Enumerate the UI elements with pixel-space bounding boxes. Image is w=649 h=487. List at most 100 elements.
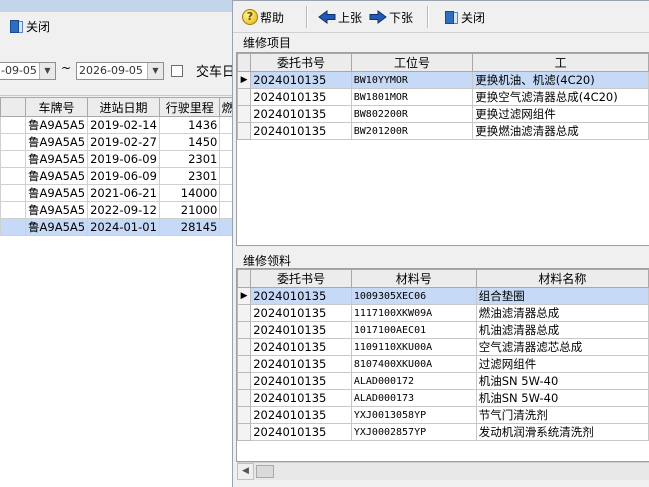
row-pointer-icon: ▶ <box>237 71 252 89</box>
question-icon: ? <box>242 9 258 25</box>
next-record-button[interactable]: 下张 <box>366 5 416 29</box>
table-row[interactable]: 2024010135 1109110XKU00A 空气滤清器滤芯总成 <box>237 338 649 356</box>
horizontal-scrollbar[interactable]: ◀ <box>237 462 649 480</box>
date-from-value: -09-05 <box>1 64 37 77</box>
background-close-button[interactable]: 关闭 <box>6 14 53 38</box>
mileage-cell: 21000 <box>159 201 221 219</box>
row-pointer-icon: ▶ <box>237 287 252 305</box>
order-no-cell: 2024010135 <box>250 321 352 339</box>
entry-date-cell: 2019-02-14 <box>87 116 161 134</box>
table-row[interactable]: 2024010135 1117100XKW09A 燃油滤清器总成 <box>237 304 649 322</box>
order-no-cell: 2024010135 <box>250 406 352 424</box>
column-header-station-no[interactable]: 工位号 <box>350 53 474 72</box>
material-no-cell: 8107400XKU00A <box>350 355 477 373</box>
order-no-cell: 2024010135 <box>250 355 352 373</box>
row-indicator-cell <box>0 167 27 185</box>
table-row-selected[interactable]: 鲁A9A5A5 2024-01-01 28145 <box>0 218 236 236</box>
row-indicator-cell <box>0 116 27 134</box>
plate-cell: 鲁A9A5A5 <box>25 201 89 219</box>
column-header-work-item[interactable]: 工 <box>472 53 649 72</box>
table-row[interactable]: 鲁A9A5A5 2019-02-27 1450 <box>0 133 236 151</box>
order-no-cell: 2024010135 <box>250 105 352 123</box>
entry-date-cell: 2024-01-01 <box>87 218 161 236</box>
dialog-close-label: 关闭 <box>461 10 486 25</box>
date-to-value: 2026-09-05 <box>79 64 143 77</box>
table-row[interactable]: 鲁A9A5A5 2021-06-21 14000 <box>0 184 236 202</box>
work-item-cell: 更换空气滤清器总成(4C20) <box>472 88 649 106</box>
table-row[interactable]: 鲁A9A5A5 2019-06-09 2301 <box>0 167 236 185</box>
table-row[interactable]: 2024010135 ALAD000173 机油SN 5W-40 <box>237 389 649 407</box>
vehicle-grid[interactable]: 车牌号 进站日期 行驶里程 燃 鲁A9A5A5 2019-02-14 1436 鲁A… <box>0 97 236 487</box>
work-item-cell: 更换机油、机滤(4C20) <box>472 71 649 89</box>
dialog-close-button[interactable]: 关闭 <box>441 5 488 29</box>
row-indicator-cell <box>237 304 252 322</box>
table-row[interactable]: 2024010135 8107400XKU00A 过滤网组件 <box>237 355 649 373</box>
materials-header: 委托书号 材料号 材料名称 <box>237 269 649 288</box>
material-no-cell: 1009305XEC06 <box>350 287 477 305</box>
material-name-cell: 节气门清洗剂 <box>475 406 649 424</box>
entry-date-cell: 2022-09-12 <box>87 201 161 219</box>
vehicle-grid-header: 车牌号 进站日期 行驶里程 燃 <box>0 97 236 117</box>
materials-grid[interactable]: 委托书号 材料号 材料名称 ▶ 2024010135 1009305XEC06 组合垫… <box>236 268 649 462</box>
row-indicator-cell <box>237 389 252 407</box>
background-title-strip <box>0 0 236 12</box>
column-header-order-no[interactable]: 委托书号 <box>250 269 352 288</box>
column-header-material-name[interactable]: 材料名称 <box>475 269 649 288</box>
row-indicator-header <box>0 97 27 117</box>
row-indicator-header <box>237 53 252 72</box>
table-row[interactable]: 2024010135 YXJ0013058YP 节气门清洗剂 <box>237 406 649 424</box>
station-no-cell: BW802200R <box>350 105 474 123</box>
repair-items-grid[interactable]: 委托书号 工位号 工 ▶ 2024010135 BW10YYMOR 更换机油、机滤(4… <box>236 52 649 246</box>
row-indicator-cell <box>237 321 252 339</box>
table-row[interactable]: 鲁A9A5A5 2019-02-14 1436 <box>0 116 236 134</box>
help-button[interactable]: ? 帮助 <box>239 5 287 29</box>
entry-date-cell: 2021-06-21 <box>87 184 161 202</box>
background-divider <box>0 88 236 96</box>
background-toolbar: 关闭 <box>0 12 236 42</box>
scrollbar-thumb[interactable] <box>256 465 274 478</box>
mileage-cell: 28145 <box>159 218 221 236</box>
table-row-selected[interactable]: ▶ 2024010135 1009305XEC06 组合垫圈 <box>237 287 649 305</box>
prev-record-button[interactable]: 上张 <box>315 5 365 29</box>
material-no-cell: ALAD000172 <box>350 372 477 390</box>
dialog-toolbar: ? 帮助 上张 下张 关闭 <box>233 1 649 33</box>
row-indicator-cell <box>0 133 27 151</box>
table-row-selected[interactable]: ▶ 2024010135 BW10YYMOR 更换机油、机滤(4C20) <box>237 71 649 89</box>
row-indicator-cell <box>237 372 252 390</box>
chevron-down-icon[interactable]: ▼ <box>39 63 55 79</box>
chevron-down-icon[interactable]: ▼ <box>147 63 163 79</box>
column-header-mileage[interactable]: 行驶里程 <box>159 97 221 117</box>
order-no-cell: 2024010135 <box>250 304 352 322</box>
material-name-cell: 机油SN 5W-40 <box>475 372 649 390</box>
date-range-separator: ~ <box>61 61 72 75</box>
table-row[interactable]: 2024010135 1017100AEC01 机油滤清器总成 <box>237 321 649 339</box>
date-to-picker[interactable]: 2026-09-05 ▼ <box>76 62 164 80</box>
door-exit-icon <box>444 10 459 25</box>
arrow-left-icon <box>318 9 336 25</box>
repair-items-header: 委托书号 工位号 工 <box>237 53 649 72</box>
table-row[interactable]: 2024010135 ALAD000172 机油SN 5W-40 <box>237 372 649 390</box>
table-row[interactable]: 2024010135 BW1801MOR 更换空气滤清器总成(4C20) <box>237 88 649 106</box>
row-indicator-cell <box>237 105 252 123</box>
column-header-material-no[interactable]: 材料号 <box>350 269 477 288</box>
table-row[interactable]: 2024010135 YXJ0002857YP 发动机润滑系统清洗剂 <box>237 423 649 441</box>
table-row[interactable]: 2024010135 BW802200R 更换过滤网组件 <box>237 105 649 123</box>
column-header-order-no[interactable]: 委托书号 <box>250 53 352 72</box>
column-header-plate[interactable]: 车牌号 <box>25 97 89 117</box>
delivery-date-checkbox[interactable] <box>171 65 183 77</box>
column-header-entry-date[interactable]: 进站日期 <box>87 97 161 117</box>
table-row[interactable]: 2024010135 BW201200R 更换燃油滤清器总成 <box>237 122 649 140</box>
station-no-cell: BW10YYMOR <box>350 71 474 89</box>
order-no-cell: 2024010135 <box>250 423 352 441</box>
plate-cell: 鲁A9A5A5 <box>25 218 89 236</box>
entry-date-cell: 2019-02-27 <box>87 133 161 151</box>
row-indicator-cell <box>237 423 252 441</box>
table-row[interactable]: 鲁A9A5A5 2022-09-12 21000 <box>0 201 236 219</box>
mileage-cell: 1436 <box>159 116 221 134</box>
work-item-cell: 更换燃油滤清器总成 <box>472 122 649 140</box>
order-no-cell: 2024010135 <box>250 287 352 305</box>
material-name-cell: 空气滤清器滤芯总成 <box>475 338 649 356</box>
scroll-left-icon[interactable]: ◀ <box>237 463 254 480</box>
table-row[interactable]: 鲁A9A5A5 2019-06-09 2301 <box>0 150 236 168</box>
date-from-picker[interactable]: -09-05 ▼ <box>0 62 56 80</box>
